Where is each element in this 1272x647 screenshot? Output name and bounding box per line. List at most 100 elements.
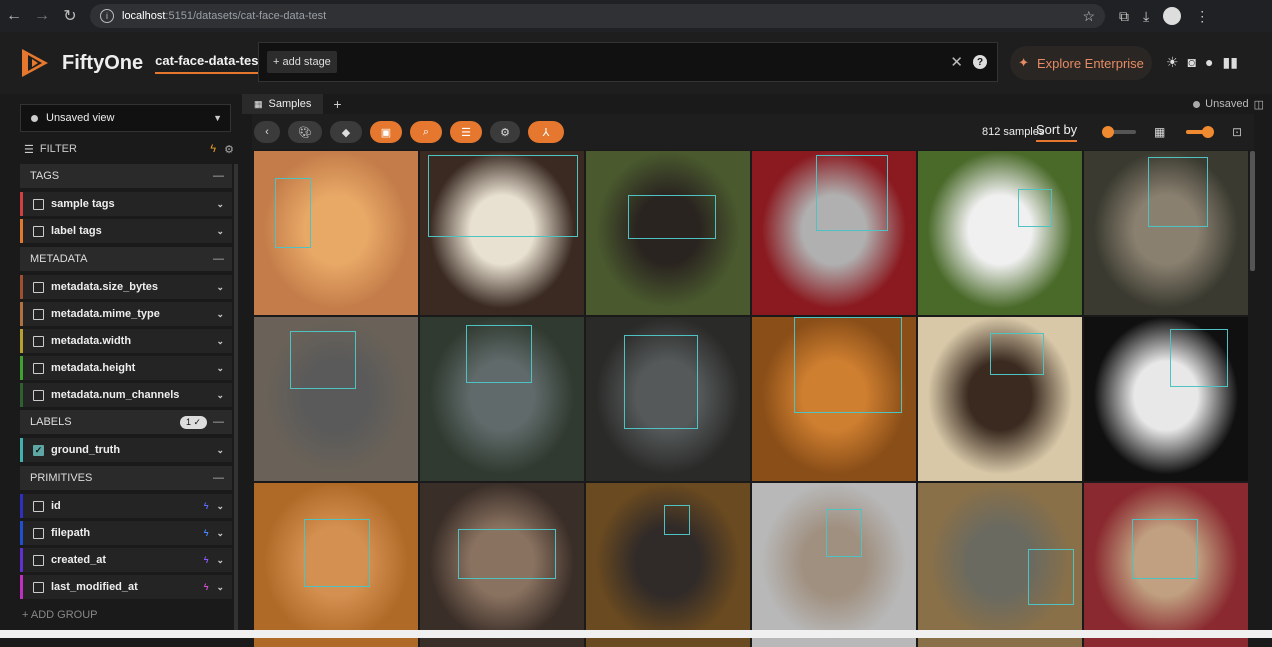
chevron-down-icon[interactable]: ⌄ bbox=[216, 582, 224, 593]
chevron-down-icon[interactable]: ⌄ bbox=[216, 445, 224, 456]
checkbox[interactable] bbox=[33, 527, 44, 539]
discord-icon[interactable]: ◙ bbox=[1188, 54, 1196, 71]
field-sample-tags[interactable]: sample tags ⌄ bbox=[20, 192, 232, 216]
checkbox[interactable] bbox=[33, 362, 44, 374]
lightning-icon[interactable]: ϟ bbox=[210, 143, 216, 155]
chevron-down-icon[interactable]: ⌄ bbox=[216, 282, 224, 293]
sort-slider[interactable] bbox=[1102, 126, 1136, 138]
grid-scrollbar[interactable] bbox=[1250, 151, 1255, 271]
view-stage-bar[interactable]: + add stage ✕ ? bbox=[258, 42, 998, 82]
github-icon[interactable]: ● bbox=[1205, 54, 1213, 71]
sample-tile[interactable] bbox=[586, 317, 750, 481]
chevron-down-icon[interactable]: ⌄ bbox=[216, 336, 224, 347]
sample-tile[interactable] bbox=[1084, 151, 1248, 315]
field-last-modified-at[interactable]: last_modified_at ϟ ⌄ bbox=[20, 575, 232, 599]
bookmark-star-icon[interactable]: ☆ bbox=[1082, 8, 1095, 25]
back-icon[interactable]: ← bbox=[0, 2, 28, 30]
field-num-channels[interactable]: metadata.num_channels ⌄ bbox=[20, 383, 232, 407]
sample-tile[interactable] bbox=[254, 483, 418, 647]
add-stage-button[interactable]: + add stage bbox=[267, 51, 337, 73]
field-mime-type[interactable]: metadata.mime_type ⌄ bbox=[20, 302, 232, 326]
fiftyone-logo-icon[interactable] bbox=[18, 45, 54, 81]
theme-sun-icon[interactable]: ☀ bbox=[1166, 54, 1179, 71]
view-select[interactable]: Unsaved view ▼ bbox=[20, 104, 231, 132]
profile-avatar[interactable] bbox=[1163, 7, 1182, 25]
chevron-down-icon[interactable]: ⌄ bbox=[216, 199, 224, 210]
collapse-sidebar-button[interactable]: ‹ bbox=[254, 121, 280, 143]
sample-tile[interactable] bbox=[752, 151, 916, 315]
sample-tile[interactable] bbox=[752, 317, 916, 481]
checkbox[interactable] bbox=[33, 225, 44, 237]
field-filepath[interactable]: filepath ϟ ⌄ bbox=[20, 521, 232, 545]
help-icon[interactable]: ? bbox=[973, 55, 987, 69]
sample-tile[interactable] bbox=[918, 317, 1082, 481]
sample-tile[interactable] bbox=[752, 483, 916, 647]
chevron-down-icon[interactable]: ⌄ bbox=[216, 390, 224, 401]
sort-by-button[interactable]: Sort by bbox=[1036, 122, 1078, 142]
sample-tile[interactable] bbox=[586, 151, 750, 315]
checkbox[interactable] bbox=[33, 198, 44, 210]
sample-tile[interactable] bbox=[420, 317, 584, 481]
group-tags[interactable]: TAGS — bbox=[20, 164, 232, 188]
checkbox[interactable] bbox=[33, 281, 44, 293]
patches-button[interactable]: ▣ bbox=[370, 121, 402, 143]
forward-icon[interactable]: → bbox=[28, 2, 56, 30]
field-label-tags[interactable]: label tags ⌄ bbox=[20, 219, 232, 243]
chevron-down-icon[interactable]: ⌄ bbox=[216, 501, 224, 512]
field-size-bytes[interactable]: metadata.size_bytes ⌄ bbox=[20, 275, 232, 299]
zoom-slider[interactable] bbox=[1186, 126, 1214, 138]
group-primitives[interactable]: PRIMITIVES — bbox=[20, 466, 232, 490]
download-icon[interactable]: ⤓ bbox=[1143, 8, 1149, 25]
menu-kebab-icon[interactable]: ⋮ bbox=[1195, 8, 1209, 25]
operators-button[interactable]: ⅄ bbox=[528, 121, 564, 143]
chevron-down-icon[interactable]: ⌄ bbox=[216, 226, 224, 237]
checkbox[interactable] bbox=[33, 335, 44, 347]
field-width[interactable]: metadata.width ⌄ bbox=[20, 329, 232, 353]
collapse-icon[interactable]: — bbox=[213, 170, 224, 182]
checkbox-checked[interactable]: ✓ bbox=[33, 444, 44, 456]
color-palette-button[interactable]: 🎨︎ bbox=[288, 121, 322, 143]
checkbox[interactable] bbox=[33, 389, 44, 401]
chevron-down-icon[interactable]: ⌄ bbox=[216, 363, 224, 374]
list-button[interactable]: ☰ bbox=[450, 121, 482, 143]
collapse-icon[interactable]: — bbox=[213, 416, 224, 428]
add-group-button[interactable]: + ADD GROUP bbox=[22, 609, 98, 621]
sample-tile[interactable] bbox=[1084, 317, 1248, 481]
settings-button[interactable]: ⚙ bbox=[490, 121, 520, 143]
reload-icon[interactable]: ↻ bbox=[56, 2, 84, 30]
sample-tile[interactable] bbox=[420, 151, 584, 315]
fullscreen-icon[interactable]: ⊡ bbox=[1232, 125, 1242, 139]
explore-enterprise-button[interactable]: ✦ Explore Enterprise bbox=[1010, 46, 1152, 80]
checkbox[interactable] bbox=[33, 554, 44, 566]
sidebar-scrollbar[interactable] bbox=[234, 164, 238, 634]
sample-tile[interactable] bbox=[586, 483, 750, 647]
checkbox[interactable] bbox=[33, 581, 44, 593]
chevron-down-icon[interactable]: ⌄ bbox=[216, 309, 224, 320]
field-id[interactable]: id ϟ ⌄ bbox=[20, 494, 232, 518]
field-ground-truth[interactable]: ✓ ground_truth ⌄ bbox=[20, 438, 232, 462]
docs-book-icon[interactable]: ▮▮ bbox=[1223, 54, 1238, 71]
sample-tile[interactable] bbox=[254, 317, 418, 481]
chevron-down-icon[interactable]: ⌄ bbox=[216, 555, 224, 566]
sample-tile[interactable] bbox=[254, 151, 418, 315]
clear-stages-icon[interactable]: ✕ bbox=[950, 53, 963, 71]
sample-tile[interactable] bbox=[1084, 483, 1248, 647]
chevron-down-icon[interactable]: ⌄ bbox=[216, 528, 224, 539]
slider-knob[interactable] bbox=[1102, 126, 1114, 138]
checkbox[interactable] bbox=[33, 500, 44, 512]
tag-button[interactable]: ◆ bbox=[330, 121, 362, 143]
group-labels[interactable]: LABELS 1 ✓ — bbox=[20, 410, 232, 434]
checkbox[interactable] bbox=[33, 308, 44, 320]
sample-tile[interactable] bbox=[918, 483, 1082, 647]
extensions-icon[interactable]: ⧉ bbox=[1119, 8, 1129, 25]
sample-tile[interactable] bbox=[420, 483, 584, 647]
address-bar[interactable]: i localhost :5151/datasets/cat-face-data… bbox=[90, 4, 1105, 28]
tab-samples[interactable]: ▦ Samples bbox=[242, 94, 324, 114]
add-panel-icon[interactable]: + bbox=[333, 96, 341, 112]
search-similarity-button[interactable]: ⌕ bbox=[410, 121, 442, 143]
settings-gear-icon[interactable]: ⚙ bbox=[224, 143, 234, 156]
collapse-icon[interactable]: — bbox=[213, 472, 224, 484]
field-created-at[interactable]: created_at ϟ ⌄ bbox=[20, 548, 232, 572]
labels-count-badge[interactable]: 1 ✓ bbox=[179, 415, 207, 429]
dataset-selector[interactable]: cat-face-data-test bbox=[155, 53, 263, 74]
